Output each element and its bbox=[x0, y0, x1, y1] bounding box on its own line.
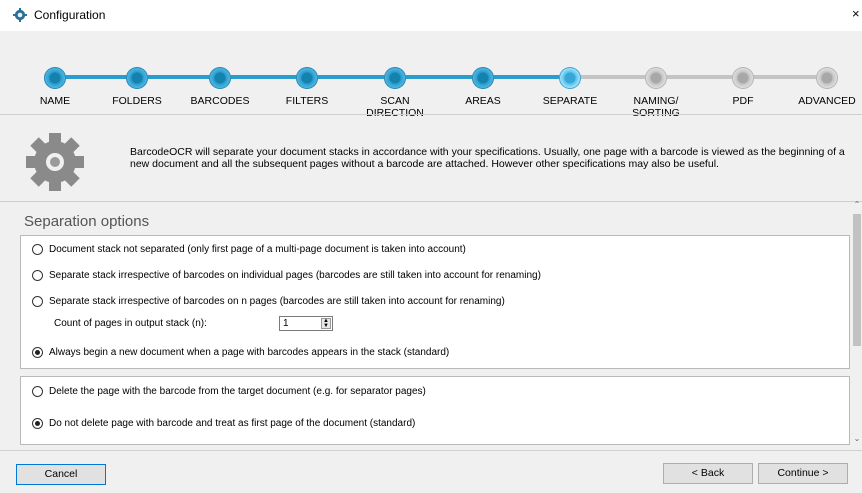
gear-icon bbox=[13, 8, 27, 22]
step-connector bbox=[307, 75, 395, 79]
step-filters-icon[interactable] bbox=[296, 67, 318, 89]
radio-delete-page[interactable]: Delete the page with the barcode from th… bbox=[32, 386, 426, 397]
step-connector bbox=[55, 75, 137, 79]
step-pdf-icon[interactable] bbox=[732, 67, 754, 89]
step-connector bbox=[656, 75, 743, 79]
separation-options-group: Document stack not separated (only first… bbox=[20, 235, 850, 369]
step-connector bbox=[395, 75, 483, 79]
step-scan-direction-icon[interactable] bbox=[384, 67, 406, 89]
radio-label: Do not delete page with barcode and trea… bbox=[49, 418, 416, 429]
step-areas-icon[interactable] bbox=[472, 67, 494, 89]
radio-button[interactable] bbox=[32, 270, 43, 281]
divider bbox=[0, 201, 862, 202]
count-label: Count of pages in output stack (n): bbox=[54, 318, 207, 329]
step-barcodes-icon[interactable] bbox=[209, 67, 231, 89]
step-label-barcodes[interactable]: BARCODES bbox=[175, 95, 265, 107]
step-label-filters[interactable]: FILTERS bbox=[262, 95, 352, 107]
step-connector bbox=[483, 75, 570, 79]
radio-label: Delete the page with the barcode from th… bbox=[49, 386, 426, 397]
chevron-up-icon[interactable]: ⌃ bbox=[852, 200, 862, 212]
section-title: Separation options bbox=[24, 213, 150, 230]
step-folders-icon[interactable] bbox=[126, 67, 148, 89]
step-label-advanced[interactable]: ADVANCED bbox=[782, 95, 862, 107]
intro-description: BarcodeOCR will separate your document s… bbox=[130, 146, 845, 170]
divider bbox=[0, 114, 862, 115]
step-connector bbox=[743, 75, 827, 79]
cancel-button[interactable]: Cancel bbox=[16, 464, 106, 485]
continue-button[interactable]: Continue > bbox=[758, 463, 848, 484]
configuration-window: Configuration × NAME FOLDERS BARCODES FILTE… bbox=[0, 0, 862, 493]
radio-label: Separate stack irrespective of barcodes … bbox=[49, 270, 541, 281]
step-naming-sorting-icon[interactable] bbox=[645, 67, 667, 89]
radio-button[interactable] bbox=[32, 244, 43, 255]
spin-arrows-icon[interactable]: ▲ ▼ bbox=[321, 318, 331, 329]
step-label-scan-direction[interactable]: SCAN DIRECTION bbox=[350, 95, 440, 119]
step-separate-icon[interactable] bbox=[559, 67, 581, 89]
close-icon[interactable]: × bbox=[852, 6, 862, 22]
step-label-separate[interactable]: SEPARATE bbox=[525, 95, 615, 107]
radio-button[interactable] bbox=[32, 386, 43, 397]
radio-separate-individual[interactable]: Separate stack irrespective of barcodes … bbox=[32, 270, 541, 281]
step-label-name[interactable]: NAME bbox=[10, 95, 100, 107]
delete-options-group: Delete the page with the barcode from th… bbox=[20, 376, 850, 445]
step-label-naming-sorting[interactable]: NAMING/ SORTING bbox=[611, 95, 701, 119]
radio-keep-page[interactable]: Do not delete page with barcode and trea… bbox=[32, 418, 415, 429]
radio-label: Separate stack irrespective of barcodes … bbox=[49, 296, 505, 307]
vertical-scrollbar[interactable]: ⌃ ⌄ bbox=[852, 200, 862, 446]
radio-button[interactable] bbox=[32, 347, 43, 358]
radio-label: Document stack not separated (only first… bbox=[49, 244, 466, 255]
step-connector bbox=[570, 75, 656, 79]
divider bbox=[0, 450, 862, 451]
back-button[interactable]: < Back bbox=[663, 463, 753, 484]
radio-button[interactable] bbox=[32, 418, 43, 429]
step-label-areas[interactable]: AREAS bbox=[438, 95, 528, 107]
radio-label: Always begin a new document when a page … bbox=[49, 347, 450, 358]
radio-button[interactable] bbox=[32, 296, 43, 307]
radio-not-separated[interactable]: Document stack not separated (only first… bbox=[32, 244, 466, 255]
step-name-icon[interactable] bbox=[44, 67, 66, 89]
step-label-pdf[interactable]: PDF bbox=[698, 95, 788, 107]
chevron-down-icon[interactable]: ⌄ bbox=[852, 434, 862, 446]
count-value: 1 bbox=[283, 318, 289, 329]
radio-separate-n-pages[interactable]: Separate stack irrespective of barcodes … bbox=[32, 296, 505, 307]
radio-always-new-document[interactable]: Always begin a new document when a page … bbox=[32, 347, 449, 358]
step-connector bbox=[220, 75, 307, 79]
step-connector bbox=[137, 75, 220, 79]
scrollbar-thumb[interactable] bbox=[853, 214, 861, 346]
step-label-folders[interactable]: FOLDERS bbox=[92, 95, 182, 107]
count-stepper[interactable]: 1 ▲ ▼ bbox=[279, 316, 333, 331]
gear-icon bbox=[26, 133, 84, 191]
wizard-stepper: NAME FOLDERS BARCODES FILTERS SCAN DIRECTION… bbox=[0, 31, 862, 119]
options-panel: Separation options Document stack not se… bbox=[16, 205, 850, 445]
title-bar: Configuration × bbox=[0, 0, 862, 31]
step-advanced-icon[interactable] bbox=[816, 67, 838, 89]
window-title: Configuration bbox=[34, 8, 106, 22]
